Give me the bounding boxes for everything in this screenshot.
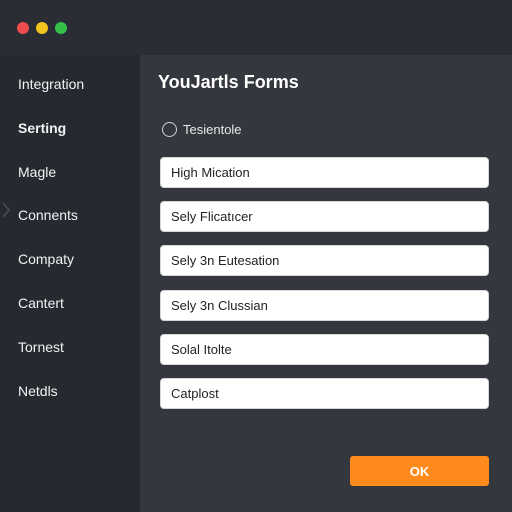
ok-button[interactable]: OK xyxy=(350,456,489,486)
chevron-right-icon xyxy=(2,202,10,218)
sidebar: Integration Serting Magle Connents Compa… xyxy=(0,55,140,512)
radio-option[interactable]: Tesientole xyxy=(162,119,242,139)
sidebar-item-magle[interactable]: Magle xyxy=(18,160,136,184)
sidebar-item-connents[interactable]: Connents xyxy=(18,203,136,227)
form-field-2[interactable] xyxy=(160,201,489,232)
sidebar-item-integration[interactable]: Integration xyxy=(18,72,136,96)
radio-button[interactable] xyxy=(162,121,177,137)
sidebar-item-netdls[interactable]: Netdls xyxy=(18,379,136,403)
close-window-button[interactable] xyxy=(17,22,29,34)
form-field-4[interactable] xyxy=(160,290,489,321)
minimize-window-button[interactable] xyxy=(36,22,48,34)
sidebar-item-tornest[interactable]: Tornest xyxy=(18,335,136,359)
form-field-6[interactable] xyxy=(160,378,489,409)
form-field-1[interactable] xyxy=(160,157,489,188)
main-panel: YouJartls Forms Tesientole OK xyxy=(140,55,512,512)
page-title: YouJartls Forms xyxy=(158,72,299,92)
sidebar-item-compaty[interactable]: Compaty xyxy=(18,247,136,271)
sidebar-item-serting[interactable]: Serting xyxy=(18,116,136,140)
radio-label: Tesientole xyxy=(183,121,242,137)
app-window: Integration Serting Magle Connents Compa… xyxy=(0,0,512,512)
sidebar-item-cantert[interactable]: Cantert xyxy=(18,291,136,315)
form-field-3[interactable] xyxy=(160,245,489,276)
form-field-5[interactable] xyxy=(160,334,489,365)
title-bar xyxy=(0,0,512,55)
maximize-window-button[interactable] xyxy=(55,22,67,34)
